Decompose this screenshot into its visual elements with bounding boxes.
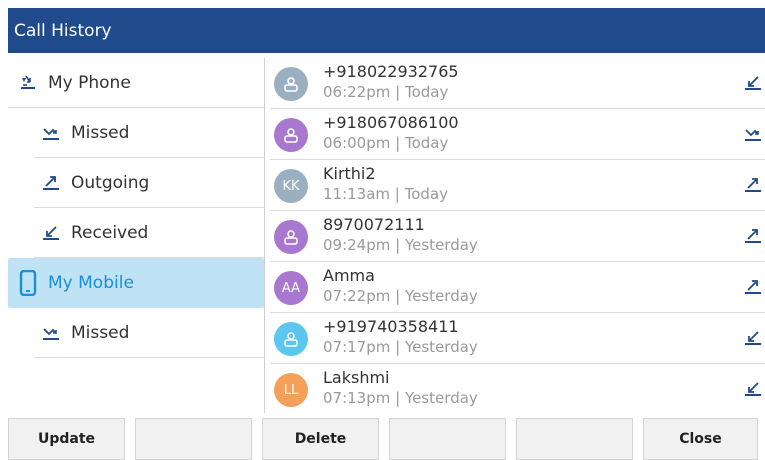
call-day: Yesterday: [404, 338, 478, 356]
call-row[interactable]: +918067086100 06:00pm | Today: [270, 109, 765, 160]
update-button[interactable]: Update: [8, 418, 125, 460]
call-row[interactable]: LL Lakshmi 07:13pm | Yesterday: [270, 364, 765, 413]
call-day: Yesterday: [404, 389, 478, 407]
call-time: 11:13am: [323, 185, 391, 203]
call-timestamp: 09:24pm | Yesterday: [323, 236, 478, 254]
separator: |: [390, 134, 405, 152]
phone-log-icon: [16, 71, 40, 95]
separator: |: [390, 83, 405, 101]
call-time: 07:17pm: [323, 338, 391, 356]
call-timestamp: 11:13am | Today: [323, 185, 448, 203]
outgoing-call-icon: [39, 171, 63, 195]
call-timestamp: 07:13pm | Yesterday: [323, 389, 478, 407]
softkey-4-button[interactable]: [389, 418, 506, 460]
contact-icon: [284, 77, 298, 92]
outgoing-call-icon: [743, 226, 763, 246]
call-timestamp: 07:17pm | Yesterday: [323, 338, 478, 356]
call-name: Lakshmi: [323, 368, 390, 387]
softkey-2-button[interactable]: [135, 418, 252, 460]
call-day: Today: [404, 134, 449, 152]
call-timestamp: 06:00pm | Today: [323, 134, 448, 152]
call-time: 06:00pm: [323, 134, 391, 152]
separator: |: [390, 389, 405, 407]
avatar: [274, 67, 308, 101]
call-timestamp: 06:22pm | Today: [323, 83, 448, 101]
call-day: Yesterday: [404, 236, 478, 254]
missed-call-icon: [39, 321, 63, 345]
missed-call-icon: [39, 121, 63, 145]
contact-icon: [284, 230, 298, 245]
sidebar-item-my-mobile[interactable]: My Mobile: [8, 258, 264, 308]
call-name: +919740358411: [323, 317, 459, 336]
call-name: +918022932765: [323, 62, 459, 81]
avatar: KK: [274, 169, 308, 203]
call-row[interactable]: 8970072111 09:24pm | Yesterday: [270, 211, 765, 262]
page-title: Call History: [14, 20, 112, 41]
divider: [264, 58, 265, 413]
avatar: [274, 220, 308, 254]
sidebar-item-label: Received: [71, 222, 149, 243]
separator: |: [390, 236, 405, 254]
call-name: 8970072111: [323, 215, 425, 234]
call-row[interactable]: AA Amma 07:22pm | Yesterday: [270, 262, 765, 313]
separator: |: [390, 185, 405, 203]
call-row[interactable]: +919740358411 07:17pm | Yesterday: [270, 313, 765, 364]
avatar: [274, 118, 308, 152]
close-button[interactable]: Close: [643, 418, 758, 460]
call-time: 09:24pm: [323, 236, 391, 254]
contact-icon: [284, 332, 298, 347]
missed-call-icon: [743, 124, 763, 144]
sidebar-item-received[interactable]: Received: [34, 208, 264, 258]
sidebar-item-missed[interactable]: Missed: [34, 308, 264, 358]
call-time: 07:22pm: [323, 287, 391, 305]
mobile-phone-icon: [16, 269, 40, 296]
avatar: AA: [274, 271, 308, 305]
sidebar-item-my-phone[interactable]: My Phone: [8, 58, 264, 108]
call-list[interactable]: +918022932765 06:22pm | Today +91806708610…: [266, 58, 765, 413]
avatar: LL: [274, 373, 308, 407]
call-day: Yesterday: [404, 287, 478, 305]
separator: |: [390, 338, 405, 356]
outgoing-call-icon: [743, 175, 763, 195]
call-day: Today: [404, 185, 449, 203]
received-call-icon: [743, 328, 763, 348]
sidebar-item-label: Outgoing: [71, 172, 150, 193]
softkey-5-button[interactable]: [516, 418, 633, 460]
received-call-icon: [743, 379, 763, 399]
contact-icon: [284, 128, 298, 143]
call-time: 07:13pm: [323, 389, 391, 407]
sidebar-item-label: Missed: [71, 122, 130, 143]
call-row[interactable]: +918022932765 06:22pm | Today: [270, 58, 765, 109]
separator: |: [390, 287, 405, 305]
sidebar-item-label: Missed: [71, 322, 130, 343]
call-name: Kirthi2: [323, 164, 376, 183]
delete-button[interactable]: Delete: [262, 418, 379, 460]
call-row[interactable]: KK Kirthi2 11:13am | Today: [270, 160, 765, 211]
call-time: 06:22pm: [323, 83, 391, 101]
sidebar: My Phone Missed Outgoing Received My Mobile M…: [8, 58, 264, 413]
sidebar-item-label: My Phone: [48, 72, 131, 93]
softkey-bar: Update Delete Close: [8, 418, 765, 460]
outgoing-call-icon: [743, 277, 763, 297]
sidebar-item-missed[interactable]: Missed: [34, 108, 264, 158]
received-call-icon: [743, 73, 763, 93]
avatar: [274, 322, 308, 356]
sidebar-item-label: My Mobile: [48, 272, 134, 293]
call-day: Today: [404, 83, 449, 101]
title-bar: Call History: [8, 8, 765, 53]
call-name: Amma: [323, 266, 375, 285]
received-call-icon: [39, 221, 63, 245]
call-timestamp: 07:22pm | Yesterday: [323, 287, 478, 305]
call-name: +918067086100: [323, 113, 459, 132]
sidebar-item-outgoing[interactable]: Outgoing: [34, 158, 264, 208]
